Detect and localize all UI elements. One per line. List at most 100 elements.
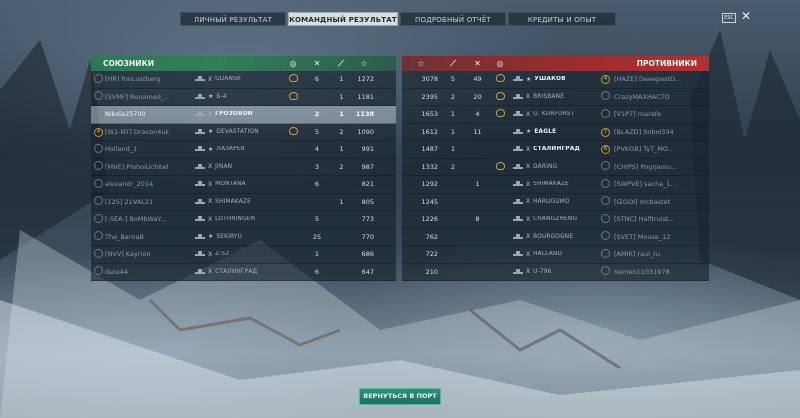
ship-class-icon xyxy=(513,216,523,222)
player-name: dato44 xyxy=(105,267,128,276)
rank-cell xyxy=(601,266,614,277)
table-row[interactable]: 3078 5 49 ★ УШАКОВ 4 [HAZE] DeeepestD... xyxy=(402,71,709,89)
ship-tier: X xyxy=(208,250,213,258)
table-row[interactable]: Nikola25700 X ГРОЗОВОЙ 2 1 1138 xyxy=(91,106,396,124)
table-row[interactable]: 210 X U-796 Semen11031978 xyxy=(402,263,709,281)
ship-class-icon xyxy=(195,251,205,257)
table-row[interactable]: 1653 1 4 X G. KURFÜRST [V1P7] marafe xyxy=(402,106,709,124)
table-row[interactable]: [MVE] PlohoiUchitel X JINAN 3 2 987 xyxy=(91,158,396,176)
rank-badge-icon xyxy=(601,178,610,188)
ship-class-icon xyxy=(195,128,205,134)
rank-cell xyxy=(91,231,105,242)
rank-badge-icon xyxy=(601,266,610,276)
table-row[interactable]: 762 X BOURGOGNE [SVET] Mouse_12 xyxy=(402,228,709,246)
tab-detailed-report[interactable]: ПОДРОБНЫЙ ОТЧЁТ xyxy=(400,12,506,26)
medal-icon xyxy=(495,161,505,170)
kills-value: 4 xyxy=(475,110,480,119)
result-tabs: ЛИЧНЫЙ РЕЗУЛЬТАТ КОМАНДНЫЙ РЕЗУЛЬТАТ ПОД… xyxy=(180,12,616,26)
table-row[interactable]: [125] 21VAL21 X SHIMAKAZE 1 805 xyxy=(91,193,396,211)
player-name: [125] 21VAL21 xyxy=(105,197,154,206)
table-row[interactable]: 2395 2 20 X BRISBANE CrazyМАХНАСТО xyxy=(402,88,709,106)
ship-cell: X СТАЛИНГРАД xyxy=(195,268,281,275)
ship-tier: ★ xyxy=(208,233,214,241)
table-row[interactable]: alexandr_2014 X MONTANA 6 821 xyxy=(91,176,396,194)
rank-badge-icon xyxy=(601,91,610,101)
table-row[interactable]: 4 [W1-NT] Dracon4uk ★ DEVASTATION 5 2 1090 xyxy=(91,123,396,141)
rank-badge-icon xyxy=(94,161,103,171)
xp-value: 1272 xyxy=(357,75,374,84)
ship-name: EAGLE xyxy=(534,128,557,135)
kills-value: 25 xyxy=(312,232,322,241)
rank-badge-icon xyxy=(94,266,103,276)
player-name: CrazyМАХНАСТО xyxy=(614,92,670,101)
table-row[interactable]: The_BarnaB ★ SEKIRYU 25 770 xyxy=(91,228,396,246)
rank-badge-icon xyxy=(94,248,103,258)
ship-tier: X xyxy=(526,110,531,118)
ship-cell: ★ SEKIRYU xyxy=(195,233,281,240)
close-icon[interactable]: ✕ xyxy=(741,10,751,22)
table-row[interactable]: [NVV] Kayrion X Z-52 1 686 xyxy=(91,246,396,264)
ship-name: УШАКОВ xyxy=(534,76,566,83)
assist-icon: ⟋ xyxy=(338,58,344,68)
table-row[interactable]: 1487 1 X СТАЛИНГРАД B [PVKGB] TyT_MO... xyxy=(402,141,709,159)
xp-value: 1226 xyxy=(421,215,438,224)
ship-name: BRISBANE xyxy=(533,93,565,100)
tab-team-result[interactable]: КОМАНДНЫЙ РЕЗУЛЬТАТ xyxy=(288,12,398,26)
ship-cell: X HARUGUMO xyxy=(511,198,601,205)
ship-name: СТАЛИНГРАД xyxy=(215,268,258,275)
player-name: [SVET] Mouse_12 xyxy=(614,232,671,241)
rank-badge-icon xyxy=(601,108,610,118)
xp-value: 987 xyxy=(361,162,374,171)
xp-value: 647 xyxy=(361,267,374,276)
assist-value: 1 xyxy=(339,75,344,84)
rank-cell xyxy=(91,161,105,172)
rank-badge-icon: ? xyxy=(601,127,610,137)
rank-badge-icon xyxy=(94,143,103,153)
ship-class-icon xyxy=(195,146,205,152)
ship-tier: X xyxy=(526,163,531,171)
ship-tier: X xyxy=(208,180,213,188)
table-row[interactable]: 1245 X HARUGUMO [IZGOI] mcbastet xyxy=(402,193,709,211)
table-row[interactable]: Holland_1 ★ ЛАЗАРЕВ 4 1 991 xyxy=(91,141,396,159)
table-row[interactable]: 722 X HALLAND [AMIK] raul_ru xyxy=(402,246,709,264)
medal-cell xyxy=(281,91,305,102)
ship-cell: X JINAN xyxy=(195,163,281,170)
table-row[interactable]: 1226 8 X CHANGZHENG [STNC] Halftruist... xyxy=(402,211,709,229)
tab-credits-xp[interactable]: КРЕДИТЫ И ОПЫТ xyxy=(508,12,616,26)
ship-tier: X xyxy=(208,268,213,276)
table-row[interactable]: dato44 X СТАЛИНГРАД 6 647 xyxy=(91,263,396,281)
xp-value: 991 xyxy=(361,145,374,154)
ship-class-icon xyxy=(513,233,523,239)
player-name: The_BarnaB xyxy=(105,232,144,241)
return-to-port-button[interactable]: ВЕРНУТЬСЯ В ПОРТ xyxy=(359,388,441,405)
rank-cell: 4 xyxy=(601,74,614,85)
medal-icon xyxy=(495,74,505,83)
table-row[interactable]: [SVMF] Renamed_... ★ Б-4 1 1181 xyxy=(91,88,396,106)
rank-badge-icon xyxy=(94,178,103,188)
ship-cell: ★ ЛАЗАРЕВ xyxy=(195,146,281,153)
ship-cell: ★ Б-4 xyxy=(195,93,281,100)
xp-value: 1181 xyxy=(357,92,374,101)
enemies-list: 3078 5 49 ★ УШАКОВ 4 [HAZE] DeeepestD... 2395 2 2… xyxy=(402,71,709,281)
table-row[interactable]: 1332 2 X DARING [CHIPS] Pogrjamu... xyxy=(402,158,709,176)
ship-tier: ★ xyxy=(526,128,532,136)
rank-badge-icon xyxy=(94,231,103,241)
ship-name: ЛАЗАРЕВ xyxy=(216,146,245,153)
rank-cell xyxy=(601,178,614,190)
ship-cell: ★ УШАКОВ xyxy=(511,76,601,83)
table-row[interactable]: [HR] fonLustberg X GDAŃSK 6 1 1272 xyxy=(91,71,396,89)
ship-name: SHIMAKAZE xyxy=(533,181,569,188)
rank-badge-icon xyxy=(601,213,610,223)
kills-value: 11 xyxy=(473,127,482,136)
player-name: [HAZE] DeeepestD... xyxy=(614,75,682,84)
table-row[interactable]: 1612 1 11 ★ EAGLE? [BLAZD] Sobol334 xyxy=(402,123,709,141)
table-row[interactable]: [-SEA-] BoMbWaY... X LOTHRINGEN 5 773 xyxy=(91,211,396,229)
rank-badge-icon: 4 xyxy=(94,127,103,137)
ship-tier: X xyxy=(208,75,213,83)
kills-icon: ✕ xyxy=(313,59,321,68)
ship-class-icon xyxy=(195,181,205,187)
kills-value: 1 xyxy=(314,250,320,259)
table-row[interactable]: 1292 1 X SHIMAKAZE [SWPVE] sacha_1... xyxy=(402,176,709,194)
kills-value: 3 xyxy=(314,162,320,171)
tab-personal-result[interactable]: ЛИЧНЫЙ РЕЗУЛЬТАТ xyxy=(180,12,286,26)
